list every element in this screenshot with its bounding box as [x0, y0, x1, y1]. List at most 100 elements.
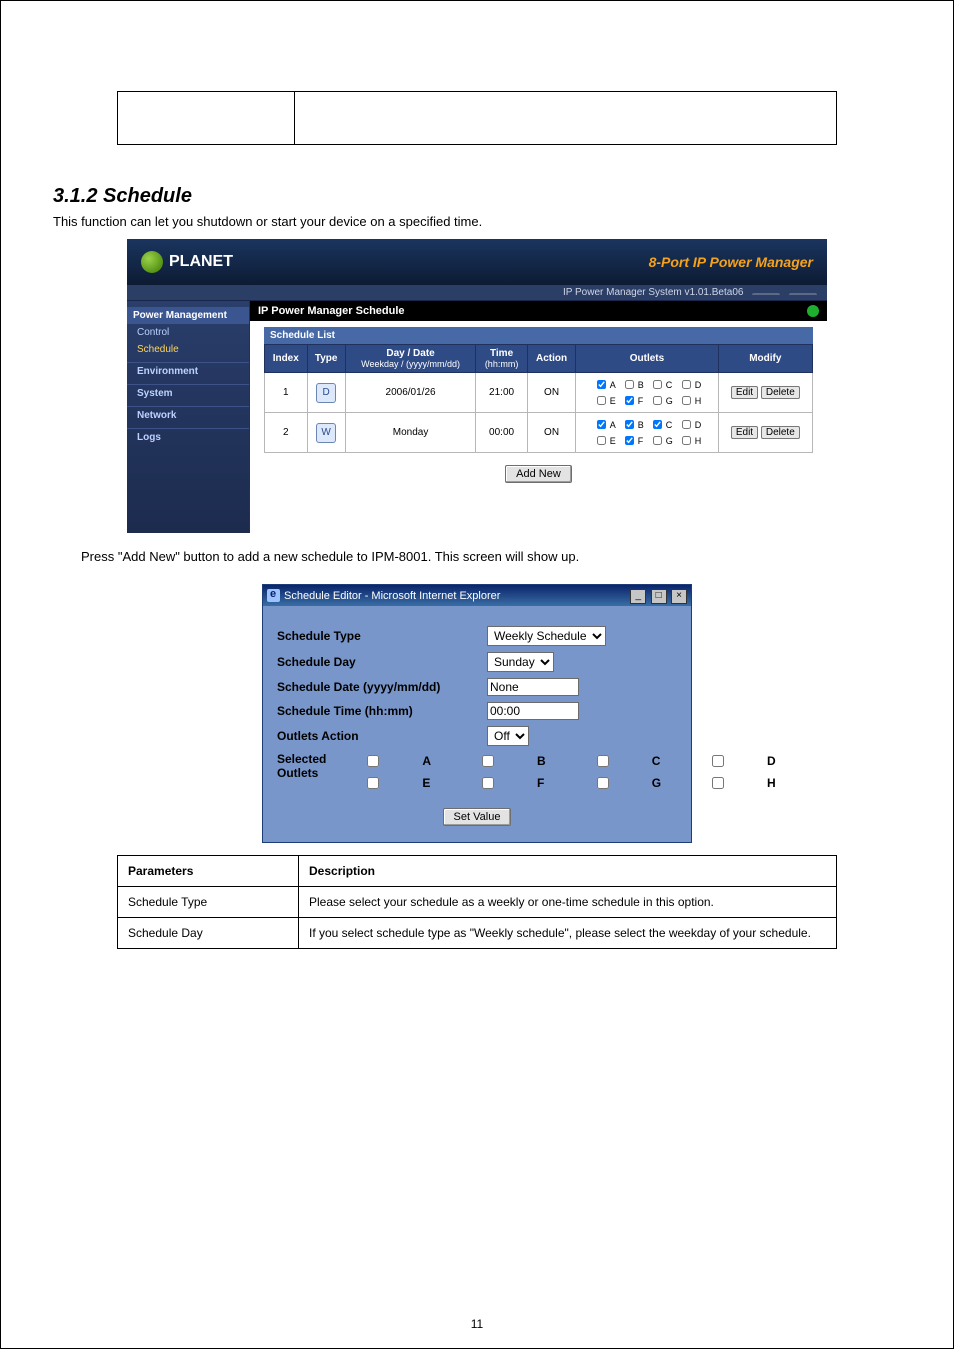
popup-outlet-c[interactable]: C [556, 752, 661, 770]
outlet-b[interactable]: B [621, 417, 644, 432]
schedule-date-input[interactable] [487, 678, 579, 696]
cell-modify: Edit Delete [718, 373, 812, 413]
sidebar-item-network[interactable]: Network [127, 406, 249, 424]
sidebar-item-system[interactable]: System [127, 384, 249, 402]
edit-button[interactable]: Edit [731, 426, 758, 439]
cell-index: 2 [265, 413, 308, 453]
outlet-d[interactable]: D [678, 417, 702, 432]
version-text: IP Power Manager System v1.01.Beta06 [563, 287, 743, 298]
schedule-type-label: Schedule Type [277, 629, 487, 643]
sidebar-item-control[interactable]: Control [127, 324, 249, 341]
section-title: 3.1.2 Schedule [53, 185, 913, 208]
popup-outlet-f-checkbox[interactable] [445, 777, 531, 789]
outlet-h[interactable]: H [678, 433, 702, 448]
th-index: Index [265, 345, 308, 373]
popup-outlet-d[interactable]: D [671, 752, 776, 770]
ie-icon [267, 589, 280, 602]
sidebar: Power Management ControlSchedule Environm… [127, 301, 249, 533]
product-title: 8-Port IP Power Manager [649, 254, 813, 270]
th-type: Type [307, 345, 345, 373]
cell-index: 1 [265, 373, 308, 413]
cell-time: 21:00 [476, 373, 527, 413]
set-value-button[interactable]: Set Value [443, 808, 512, 826]
params-row: Schedule DayIf you select schedule type … [118, 918, 837, 949]
outlet-h[interactable]: H [678, 393, 702, 408]
popup-outlet-b[interactable]: B [441, 752, 546, 770]
param-name: Schedule Type [118, 887, 299, 918]
outlets-action-select[interactable]: Off [487, 726, 529, 746]
outlet-b[interactable]: B [621, 377, 644, 392]
window-buttons[interactable]: _ □ × [629, 587, 687, 604]
th-outlets: Outlets [576, 345, 718, 373]
params-header-1: Parameters [118, 856, 299, 887]
schedule-editor-popup: Schedule Editor - Microsoft Internet Exp… [262, 584, 692, 843]
outlet-e[interactable]: E [593, 393, 616, 408]
outlet-f[interactable]: F [621, 433, 644, 448]
schedule-time-input[interactable] [487, 702, 579, 720]
delete-button[interactable]: Delete [761, 386, 800, 399]
brand-logo: PLANET [141, 251, 233, 273]
param-name: Schedule Day [118, 918, 299, 949]
popup-outlet-f[interactable]: F [441, 774, 546, 792]
sidebar-item-schedule[interactable]: Schedule [127, 341, 249, 358]
popup-outlet-g[interactable]: G [556, 774, 661, 792]
brand-text: PLANET [169, 253, 233, 271]
schedule-type-select[interactable]: Weekly Schedule [487, 626, 606, 646]
cell-daydate: Monday [345, 413, 476, 453]
cell-type: W [307, 413, 345, 453]
popup-outlet-h[interactable]: H [671, 774, 776, 792]
outlet-c[interactable]: C [649, 417, 673, 432]
cell-type: D [307, 373, 345, 413]
delete-button[interactable]: Delete [761, 426, 800, 439]
add-new-button[interactable]: Add New [505, 465, 572, 483]
popup-outlet-c-checkbox[interactable] [560, 755, 646, 767]
maximize-icon[interactable]: □ [651, 589, 667, 604]
popup-outlet-b-checkbox[interactable] [445, 755, 531, 767]
outlet-a[interactable]: A [593, 377, 616, 392]
minimize-icon[interactable]: _ [630, 589, 646, 604]
outlet-e[interactable]: E [593, 433, 616, 448]
sidebar-item-logs[interactable]: Logs [127, 428, 249, 446]
popup-outlet-a[interactable]: A [326, 752, 431, 770]
popup-outlet-g-checkbox[interactable] [560, 777, 646, 789]
upper-placeholder-table [117, 91, 837, 145]
cell-modify: Edit Delete [718, 413, 812, 453]
th-action: Action [527, 345, 576, 373]
page-heading: IP Power Manager Schedule [258, 305, 405, 317]
page-number: 11 [0, 1317, 954, 1331]
param-desc: Please select your schedule as a weekly … [299, 887, 837, 918]
table-row: 1D2006/01/2621:00ONABCDEFGHEdit Delete [265, 373, 813, 413]
outlet-a[interactable]: A [593, 417, 616, 432]
outlet-c[interactable]: C [649, 377, 673, 392]
popup-outlet-d-checkbox[interactable] [675, 755, 761, 767]
type-icon: W [316, 423, 336, 443]
th-modify: Modify [718, 345, 812, 373]
version-tab-b [789, 293, 817, 295]
schedule-day-select[interactable]: Sunday [487, 652, 554, 672]
sidebar-item-environment[interactable]: Environment [127, 362, 249, 380]
params-header-2: Description [299, 856, 837, 887]
schedule-day-label: Schedule Day [277, 655, 487, 669]
popup-outlet-e-checkbox[interactable] [330, 777, 416, 789]
addnew-intro-text: Press "Add New" button to add a new sche… [81, 549, 873, 564]
popup-outlet-e[interactable]: E [326, 774, 431, 792]
edit-button[interactable]: Edit [731, 386, 758, 399]
table-row: 2WMonday00:00ONABCDEFGHEdit Delete [265, 413, 813, 453]
schedule-date-label: Schedule Date (yyyy/mm/dd) [277, 680, 487, 694]
version-tab-a [752, 293, 780, 295]
type-icon: D [316, 383, 336, 403]
popup-outlet-h-checkbox[interactable] [675, 777, 761, 789]
popup-outlet-a-checkbox[interactable] [330, 755, 416, 767]
panel-title: Schedule List [264, 327, 813, 344]
schedule-table: Index Type Day / Date Weekday / (yyyy/mm… [264, 344, 813, 453]
popup-title: Schedule Editor - Microsoft Internet Exp… [284, 590, 500, 602]
params-row: Schedule TypePlease select your schedule… [118, 887, 837, 918]
th-time: Time (hh:mm) [476, 345, 527, 373]
cell-time: 00:00 [476, 413, 527, 453]
sidebar-section-power[interactable]: Power Management [127, 307, 249, 324]
outlet-g[interactable]: G [649, 433, 673, 448]
outlet-f[interactable]: F [621, 393, 644, 408]
outlet-g[interactable]: G [649, 393, 673, 408]
outlet-d[interactable]: D [678, 377, 702, 392]
close-icon[interactable]: × [671, 589, 687, 604]
